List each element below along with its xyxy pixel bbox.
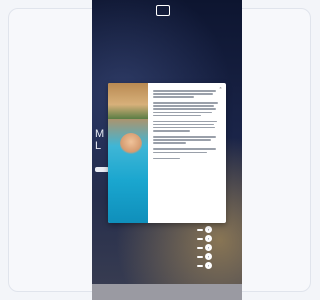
text-line xyxy=(153,142,186,144)
text-line xyxy=(153,105,215,107)
quick-action-label xyxy=(197,255,203,258)
quick-action-list: › › › › › xyxy=(197,226,212,269)
text-line xyxy=(153,136,217,138)
welcome-modal: × xyxy=(108,83,226,223)
quick-action-label xyxy=(197,246,203,249)
modal-photo xyxy=(108,83,148,223)
text-line xyxy=(153,126,215,129)
chevron-icon: › xyxy=(205,244,212,251)
chevron-icon: › xyxy=(205,235,212,242)
quick-action-item[interactable]: › xyxy=(197,244,212,251)
quick-action-label xyxy=(197,228,203,231)
text-line xyxy=(153,139,212,141)
text-line xyxy=(153,96,194,98)
chevron-icon: › xyxy=(205,253,212,260)
text-line xyxy=(153,148,216,150)
hero-letter-2: L xyxy=(95,140,103,152)
text-line xyxy=(153,123,214,126)
chevron-icon: › xyxy=(205,262,212,269)
brand-logo[interactable] xyxy=(156,5,170,16)
quick-action-item[interactable]: › xyxy=(197,253,212,260)
chevron-icon: › xyxy=(205,226,212,233)
hotel-building-image xyxy=(108,83,148,119)
hero-heading: M L xyxy=(95,128,105,152)
hero-cta-button[interactable] xyxy=(95,167,109,172)
text-line xyxy=(153,108,217,110)
text-line xyxy=(153,120,217,123)
bottom-bar xyxy=(92,284,242,300)
text-line xyxy=(153,130,191,132)
modal-body-text xyxy=(153,90,221,160)
hero-letter-1: M xyxy=(95,128,106,140)
text-line xyxy=(153,114,201,117)
text-line xyxy=(153,93,213,95)
quick-action-item[interactable]: › xyxy=(197,235,212,242)
text-line xyxy=(153,157,181,160)
quick-action-label xyxy=(197,237,203,240)
quick-action-item[interactable]: › xyxy=(197,262,212,269)
modal-content: × xyxy=(148,83,226,223)
pool-people-image xyxy=(120,133,142,155)
quick-action-item[interactable]: › xyxy=(197,226,212,233)
close-icon[interactable]: × xyxy=(218,85,223,90)
text-line xyxy=(153,111,213,114)
text-line xyxy=(153,151,208,153)
quick-action-label xyxy=(197,264,203,267)
text-line xyxy=(153,90,216,92)
text-line xyxy=(153,102,218,104)
